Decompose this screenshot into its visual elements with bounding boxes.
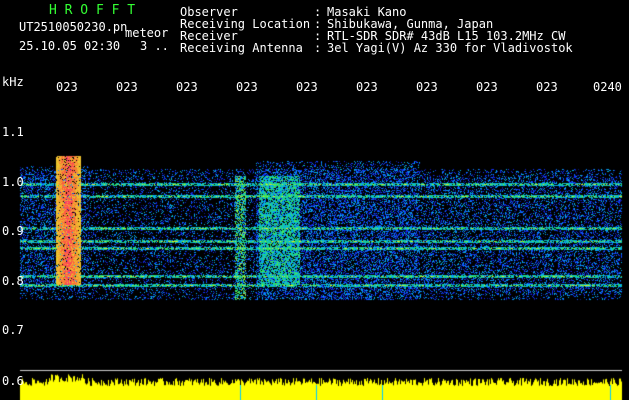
- info-value-antenna: 3el Yagi(V) Az 330 for Vladivostok: [327, 41, 573, 55]
- app-brand: H R O F F T: [49, 3, 136, 18]
- y-tick-label: 0.6: [2, 374, 24, 388]
- y-tick-label: 0.9: [2, 224, 24, 238]
- y-tick-label: 1.0: [2, 175, 24, 189]
- info-sep-antenna: :: [314, 41, 322, 55]
- y-tick-label: 1.1: [2, 125, 24, 139]
- x-tick-label: 023: [176, 80, 198, 94]
- y-tick-label: 0.8: [2, 274, 24, 288]
- y-axis-unit: kHz: [2, 75, 24, 89]
- x-tick-label: 023: [416, 80, 438, 94]
- x-tick-label: 023: [536, 80, 558, 94]
- x-tick-label: 023: [356, 80, 378, 94]
- file-datetime: 25.10.05 02:30: [19, 39, 121, 53]
- info-label-antenna: Receiving Antenna: [180, 41, 303, 55]
- meteor-label: meteor: [125, 26, 169, 40]
- y-tick-label: 0.7: [2, 323, 24, 337]
- x-tick-label: 023: [56, 80, 78, 94]
- x-tick-label: 023: [236, 80, 258, 94]
- spectrogram-canvas: [0, 0, 629, 400]
- x-tick-label: 0240: [593, 80, 622, 94]
- meteor-count: 3 ..: [140, 39, 169, 53]
- x-tick-label: 023: [116, 80, 138, 94]
- x-tick-label: 023: [476, 80, 498, 94]
- file-name: UT2510050230.pn: [19, 20, 128, 34]
- x-tick-label: 023: [296, 80, 318, 94]
